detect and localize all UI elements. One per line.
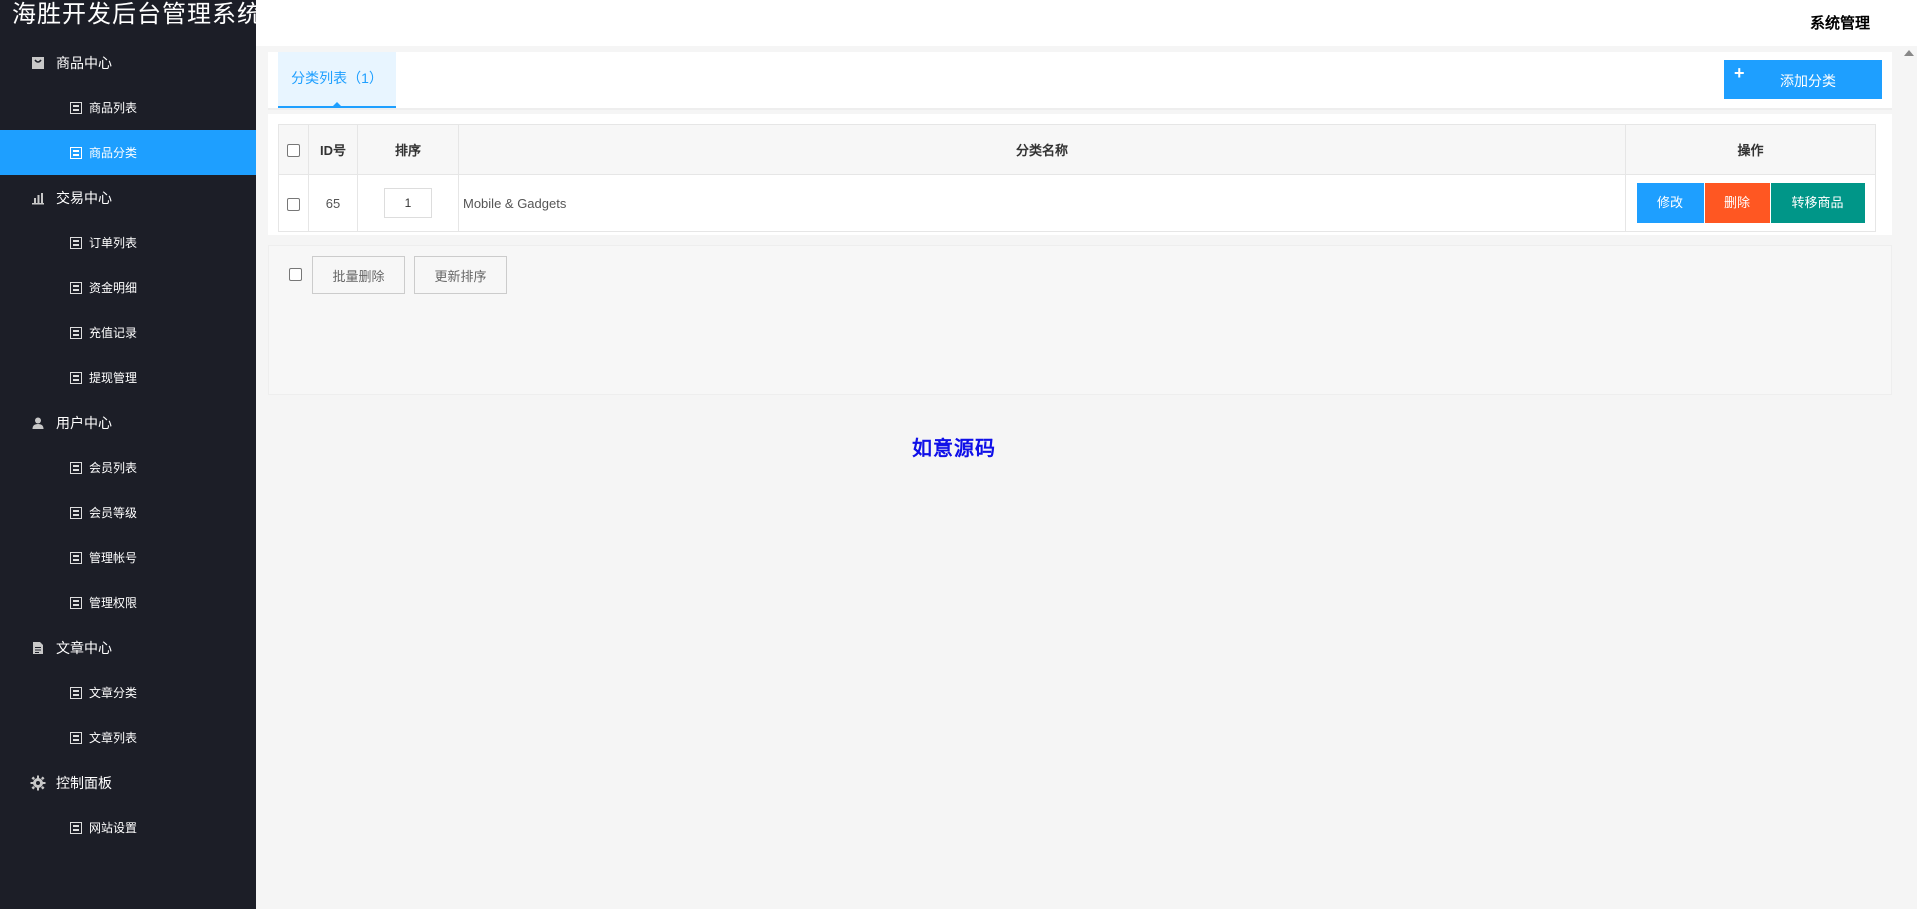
list-icon xyxy=(70,281,82,294)
edit-button[interactable]: 修改 xyxy=(1636,183,1704,223)
header-sort: 排序 xyxy=(357,124,459,175)
list-icon xyxy=(70,371,82,384)
sidebar-item-label: 商品列表 xyxy=(89,101,138,115)
sidebar-nav: 商品中心 商品列表 商品分类 交易中心 订单列表 资金明细 充值记录 提现管理 … xyxy=(0,40,256,850)
move-goods-button[interactable]: 转移商品 xyxy=(1770,183,1865,223)
header-ops: 操作 xyxy=(1625,124,1876,175)
sidebar-item-article-category[interactable]: 文章分类 xyxy=(0,670,256,715)
category-table: ID号 排序 分类名称 操作 65 Mobile & Gadgets 修改删除转… xyxy=(278,124,1876,232)
sidebar-item-site-settings[interactable]: 网站设置 xyxy=(0,805,256,850)
sidebar-item-label: 充值记录 xyxy=(89,326,138,340)
sidebar-item-fund-detail[interactable]: 资金明细 xyxy=(0,265,256,310)
user-icon xyxy=(30,415,46,431)
list-icon xyxy=(70,596,82,609)
sidebar-group-label: 用户中心 xyxy=(56,414,112,431)
batch-delete-button[interactable]: 批量删除 xyxy=(312,256,405,294)
table-header-row: ID号 排序 分类名称 操作 xyxy=(278,124,1876,175)
bag-icon xyxy=(30,55,46,71)
list-icon xyxy=(70,506,82,519)
sidebar-group-label: 控制面板 xyxy=(56,774,112,791)
row-id: 65 xyxy=(308,174,358,232)
row-name: Mobile & Gadgets xyxy=(458,174,1626,232)
delete-button[interactable]: 删除 xyxy=(1704,183,1770,223)
system-manage-menu[interactable]: 系统管理 xyxy=(1810,12,1870,33)
row-sort-cell xyxy=(357,174,459,232)
list-icon xyxy=(70,686,82,699)
sidebar-item-admin-account[interactable]: 管理帐号 xyxy=(0,535,256,580)
tab-label: 分类列表（1） xyxy=(291,70,383,86)
sidebar-item-label: 文章分类 xyxy=(89,686,138,700)
sidebar-item-label: 商品分类 xyxy=(89,146,138,160)
sidebar-item-label: 文章列表 xyxy=(89,731,138,745)
scroll-up-arrow-icon[interactable] xyxy=(1904,50,1914,56)
sidebar-item-member-list[interactable]: 会员列表 xyxy=(0,445,256,490)
batch-actions-card: 批量删除 更新排序 xyxy=(268,245,1892,395)
document-icon xyxy=(30,640,46,656)
gear-icon xyxy=(30,775,46,791)
sidebar-group-label: 文章中心 xyxy=(56,639,112,656)
header-id: ID号 xyxy=(308,124,358,175)
bar-chart-icon xyxy=(30,190,46,206)
tab-category-list[interactable]: 分类列表（1） xyxy=(278,52,396,108)
top-header: 系统管理 xyxy=(256,0,1917,46)
update-sort-button[interactable]: 更新排序 xyxy=(414,256,507,294)
row-checkbox[interactable] xyxy=(287,197,300,211)
sidebar: 海胜开发后台管理系统 商品中心 商品列表 商品分类 交易中心 订单列表 资金明细… xyxy=(0,0,262,909)
page-scrollbar[interactable] xyxy=(1901,46,1917,909)
list-icon xyxy=(70,326,82,339)
sidebar-item-admin-permission[interactable]: 管理权限 xyxy=(0,580,256,625)
sidebar-item-recharge-record[interactable]: 充值记录 xyxy=(0,310,256,355)
watermark-text: 如意源码 xyxy=(912,438,996,460)
list-icon xyxy=(70,461,82,474)
sidebar-item-label: 会员等级 xyxy=(89,506,138,520)
sidebar-item-article-list[interactable]: 文章列表 xyxy=(0,715,256,760)
sidebar-item-label: 会员列表 xyxy=(89,461,138,475)
sidebar-item-label: 管理权限 xyxy=(89,596,138,610)
header-name: 分类名称 xyxy=(458,124,1626,175)
select-all-checkbox[interactable] xyxy=(287,144,300,158)
list-icon xyxy=(70,146,82,159)
caret-up-icon xyxy=(333,102,341,106)
list-icon xyxy=(70,551,82,564)
sidebar-item-member-level[interactable]: 会员等级 xyxy=(0,490,256,535)
table-row: 65 Mobile & Gadgets 修改删除转移商品 xyxy=(278,174,1876,232)
sidebar-group-article[interactable]: 文章中心 xyxy=(0,625,256,670)
header-checkbox-cell xyxy=(278,124,309,175)
list-icon xyxy=(70,101,82,114)
app-title: 海胜开发后台管理系统 xyxy=(12,1,262,28)
list-icon xyxy=(70,236,82,249)
sidebar-item-label: 管理帐号 xyxy=(89,551,138,565)
sidebar-item-goods-list[interactable]: 商品列表 xyxy=(0,85,256,130)
sidebar-item-label: 提现管理 xyxy=(89,371,138,385)
row-ops-cell: 修改 删除 转移商品 xyxy=(1625,174,1876,232)
sort-input[interactable] xyxy=(384,188,432,218)
sidebar-group-control-panel[interactable]: 控制面板 xyxy=(0,760,256,805)
sidebar-item-order-list[interactable]: 订单列表 xyxy=(0,220,256,265)
sidebar-group-user[interactable]: 用户中心 xyxy=(0,400,256,445)
add-category-label: 添加分类 xyxy=(1780,73,1836,89)
add-category-button[interactable]: + 添加分类 xyxy=(1724,60,1882,99)
sidebar-item-withdraw-manage[interactable]: 提现管理 xyxy=(0,355,256,400)
list-icon xyxy=(70,731,82,744)
sidebar-item-label: 网站设置 xyxy=(89,821,138,835)
sidebar-group-label: 交易中心 xyxy=(56,189,112,206)
sidebar-group-trade[interactable]: 交易中心 xyxy=(0,175,256,220)
sidebar-group-goods[interactable]: 商品中心 xyxy=(0,40,256,85)
batch-select-checkbox[interactable] xyxy=(289,268,302,281)
tab-card: 分类列表（1） + 添加分类 xyxy=(268,52,1892,110)
table-card: ID号 排序 分类名称 操作 65 Mobile & Gadgets 修改删除转… xyxy=(268,114,1892,235)
sidebar-item-goods-category[interactable]: 商品分类 xyxy=(0,130,256,175)
sidebar-item-label: 资金明细 xyxy=(89,281,138,295)
row-checkbox-cell xyxy=(278,174,309,232)
list-icon xyxy=(70,821,82,834)
sidebar-item-label: 订单列表 xyxy=(89,236,138,250)
sidebar-group-label: 商品中心 xyxy=(56,54,112,71)
